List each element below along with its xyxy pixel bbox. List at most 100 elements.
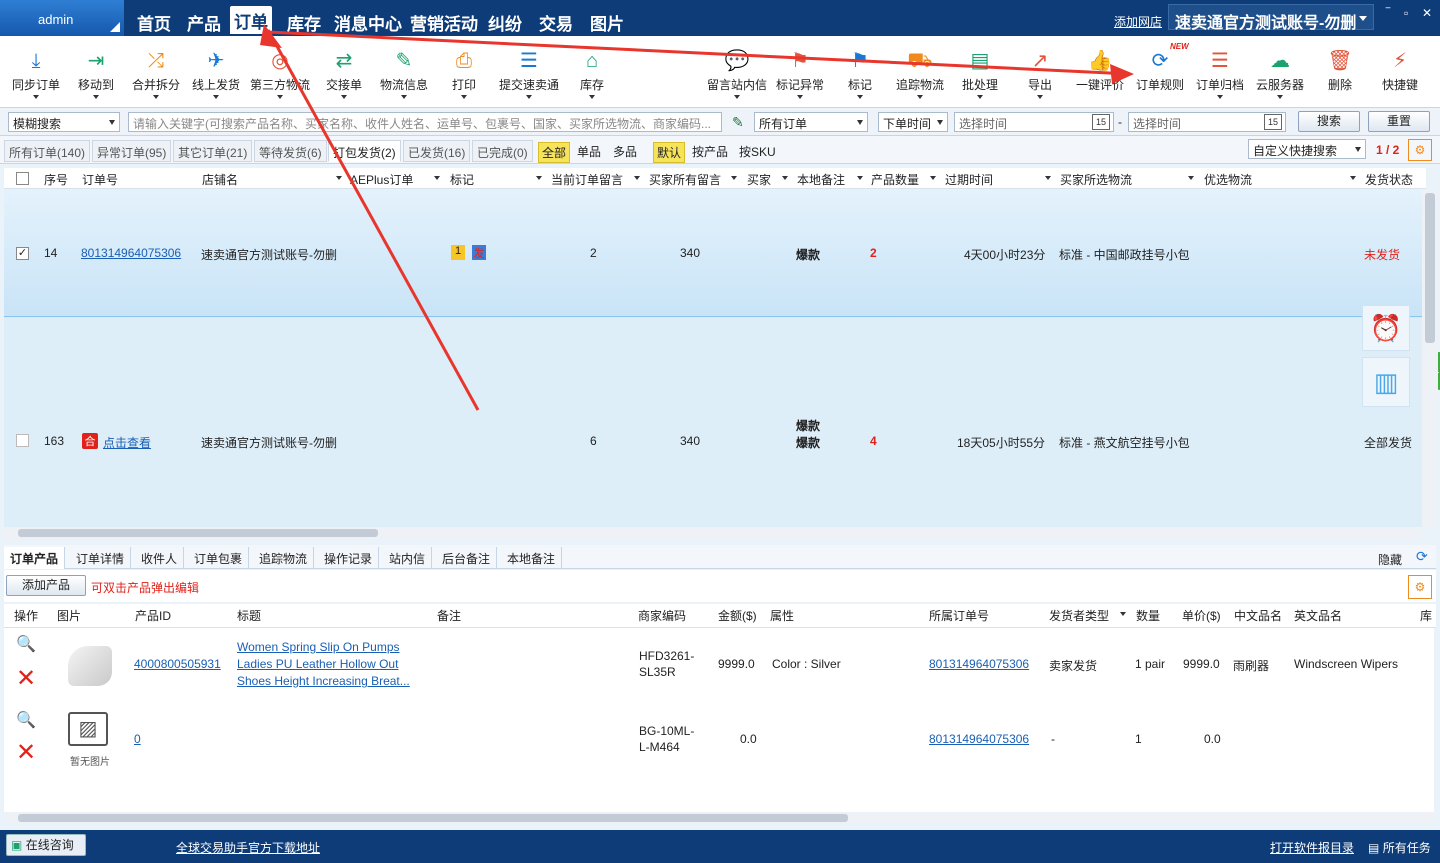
bar-chart-icon[interactable]: ▥ xyxy=(1362,357,1410,407)
table-row[interactable]: 🔍 ✕ ▨ 暂无图片 0 BG-10ML- L-M464 0.0 8013149… xyxy=(4,704,1422,774)
filter-single[interactable]: 单品 xyxy=(574,142,604,161)
all-tasks-button[interactable]: ▤ 所有任务 xyxy=(1368,839,1431,856)
custom-search-select[interactable]: 自定义快捷搜索 xyxy=(1248,139,1366,159)
col-buyer-logistics[interactable]: 买家所选物流 xyxy=(1060,171,1132,188)
table-row[interactable]: ✓ 14 801314964075306 速卖通官方测试账号-勿删 1 发 2 … xyxy=(4,189,1422,317)
order-archive-button[interactable]: ☰ 订单归档 xyxy=(1190,46,1250,104)
alarm-clock-icon[interactable]: ⏰ xyxy=(1362,305,1410,351)
tab-all-orders[interactable]: 所有订单(140) xyxy=(4,140,91,162)
nav-products[interactable]: 产品 xyxy=(183,8,225,34)
chevron-down-icon[interactable] xyxy=(731,176,737,180)
tab-local-remark[interactable]: 本地备注 xyxy=(501,547,563,569)
add-store-link[interactable]: 添加网店 xyxy=(1114,13,1162,30)
nav-trade[interactable]: 交易 xyxy=(535,8,577,34)
horizontal-scrollbar[interactable] xyxy=(6,812,1436,824)
messages-button[interactable]: 💬 留言站内信 xyxy=(704,46,770,104)
product-id-link[interactable]: 0 xyxy=(134,732,141,746)
add-product-button[interactable]: 添加产品 xyxy=(6,575,86,596)
row-checkbox[interactable]: ✓ xyxy=(16,247,29,260)
col-local-remark[interactable]: 本地备注 xyxy=(797,171,845,188)
minimize-icon[interactable]: ‾ xyxy=(1386,6,1390,20)
col-buyer-msgs[interactable]: 买家所有留言 xyxy=(649,171,721,188)
product-id-link[interactable]: 4000800505931 xyxy=(134,657,221,671)
tab-completed[interactable]: 已完成(0) xyxy=(472,140,533,162)
submit-aliexpress-button[interactable]: ☰ 提交速卖通 xyxy=(496,46,562,104)
sort-by-sku[interactable]: 按SKU xyxy=(736,142,779,161)
start-time-input[interactable]: 选择时间 15 xyxy=(954,112,1114,132)
delete-x-icon[interactable]: ✕ xyxy=(16,664,36,693)
time-field-select[interactable]: 下单时间 xyxy=(878,112,948,132)
chevron-down-icon[interactable] xyxy=(1120,612,1126,616)
pen-icon[interactable]: ✎ xyxy=(732,114,744,131)
filter-multi[interactable]: 多品 xyxy=(610,142,640,161)
product-title-line[interactable]: Ladies PU Leather Hollow Out xyxy=(237,657,398,671)
hide-button[interactable]: 隐藏 xyxy=(1378,551,1402,568)
order-link[interactable]: 801314964075306 xyxy=(81,246,191,260)
chevron-down-icon[interactable] xyxy=(434,176,440,180)
user-badge[interactable]: admin xyxy=(0,0,124,36)
chevron-down-icon[interactable] xyxy=(857,176,863,180)
handover-button[interactable]: ⇄ 交接单 xyxy=(314,46,374,104)
col-mark[interactable]: 标记 xyxy=(450,171,474,188)
shortcut-button[interactable]: ⚡ 快捷键 xyxy=(1370,46,1430,104)
table-row[interactable]: 🔍 ✕ 4000800505931 Women Spring Slip On P… xyxy=(4,628,1422,702)
tab-awaiting-shipment[interactable]: 等待发货(6) xyxy=(254,140,327,162)
delete-button[interactable]: 🗑 删除 xyxy=(1310,46,1370,104)
mark-button[interactable]: ⚑ 标记 xyxy=(830,46,890,104)
online-consult-button[interactable]: ▣ 在线咨询 xyxy=(6,834,86,856)
nav-orders[interactable]: 订单 xyxy=(230,6,272,34)
keyword-input[interactable]: 请输入关键字(可搜索产品名称、买家名称、收件人姓名、运单号、包裹号、国家、买家所… xyxy=(128,112,722,132)
move-to-button[interactable]: ⇥ 移动到 xyxy=(66,46,126,104)
search-mode-select[interactable]: 模糊搜索 xyxy=(8,112,120,132)
chevron-down-icon[interactable] xyxy=(1188,176,1194,180)
merge-split-button[interactable]: ⤮ 合并拆分 xyxy=(126,46,186,104)
third-party-logistics-button[interactable]: ◎ 第三方物流 xyxy=(250,46,310,104)
open-log-dir-link[interactable]: 打开软件报目录 xyxy=(1270,839,1354,856)
logistics-info-button[interactable]: ✎ 物流信息 xyxy=(374,46,434,104)
nav-marketing[interactable]: 营销活动 xyxy=(406,8,482,34)
tab-order-products[interactable]: 订单产品 xyxy=(4,547,66,569)
col-current-msg[interactable]: 当前订单留言 xyxy=(551,171,623,188)
tab-shipped[interactable]: 已发货(16) xyxy=(403,140,471,162)
one-click-review-button[interactable]: 👍 一键评价 xyxy=(1070,46,1130,104)
col-buyer[interactable]: 买家 xyxy=(747,171,771,188)
account-selector[interactable]: 速卖通官方测试账号-勿删 xyxy=(1168,4,1374,32)
col-preferred-logistics[interactable]: 优选物流 xyxy=(1204,171,1252,188)
download-link[interactable]: 全球交易助手官方下载地址 xyxy=(176,839,320,856)
tab-pack-ship[interactable]: 打包发货(2) xyxy=(328,140,401,162)
search-button[interactable]: 搜索 xyxy=(1298,111,1360,132)
refresh-icon[interactable]: ⟳ xyxy=(1416,548,1428,565)
magnify-icon[interactable]: 🔍 xyxy=(16,710,36,730)
settings-sliders-icon[interactable]: ⚙ xyxy=(1408,575,1432,599)
sort-default[interactable]: 默认 xyxy=(653,142,686,163)
order-scope-select[interactable]: 所有订单 xyxy=(754,112,868,132)
nav-disputes[interactable]: 纠纷 xyxy=(484,8,526,34)
nav-messages[interactable]: 消息中心 xyxy=(330,8,406,34)
settings-sliders-icon[interactable]: ⚙ xyxy=(1408,139,1432,161)
cloud-server-button[interactable]: ☁ 云服务器 xyxy=(1250,46,1310,104)
col-ship-status[interactable]: 发货状态 xyxy=(1365,171,1413,188)
batch-process-button[interactable]: ▤ 批处理 xyxy=(950,46,1010,104)
order-link[interactable]: 801314964075306 xyxy=(929,732,1039,746)
vertical-scrollbar[interactable] xyxy=(1422,189,1438,527)
nav-home[interactable]: 首页 xyxy=(133,8,175,34)
col-expire[interactable]: 过期时间 xyxy=(945,171,993,188)
col-shop[interactable]: 店铺名 xyxy=(202,171,238,188)
print-button[interactable]: ⎙ 打印 xyxy=(434,46,494,104)
tab-other-orders[interactable]: 其它订单(21) xyxy=(173,140,253,162)
filter-all[interactable]: 全部 xyxy=(538,142,571,163)
chevron-down-icon[interactable] xyxy=(782,176,788,180)
calendar-icon[interactable]: 15 xyxy=(1092,114,1110,130)
end-time-input[interactable]: 选择时间 15 xyxy=(1128,112,1286,132)
tab-track-logistics[interactable]: 追踪物流 xyxy=(253,547,315,569)
product-title-line[interactable]: Shoes Height Increasing Breat... xyxy=(237,674,410,688)
reset-button[interactable]: 重置 xyxy=(1368,111,1430,132)
magnify-icon[interactable]: 🔍 xyxy=(16,634,36,654)
track-logistics-button[interactable]: ⛟ 追踪物流 xyxy=(890,46,950,104)
chevron-down-icon[interactable] xyxy=(1045,176,1051,180)
select-all-checkbox[interactable] xyxy=(16,172,29,185)
delete-x-icon[interactable]: ✕ xyxy=(16,738,36,767)
inventory-button[interactable]: ⌂ 库存 xyxy=(562,46,622,104)
product-thumbnail[interactable] xyxy=(68,646,112,686)
nav-inventory[interactable]: 库存 xyxy=(283,8,325,34)
